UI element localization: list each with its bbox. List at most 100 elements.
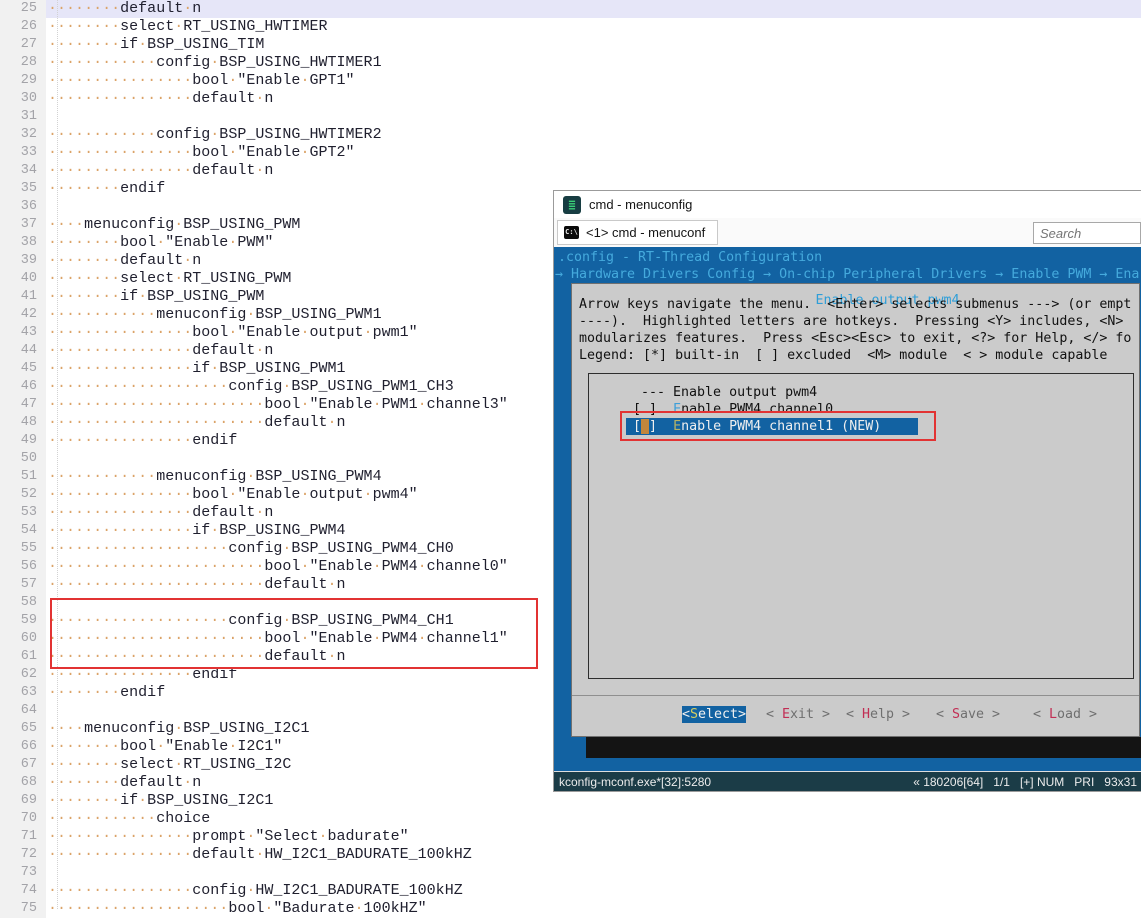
dialog-button-select[interactable]: <Select> [682, 706, 746, 723]
instruction-line: Arrow keys navigate the menu. <Enter> se… [579, 296, 1131, 313]
dialog-shadow [586, 737, 1141, 758]
menuconfig-header: .config - RT-Thread Configuration [558, 249, 822, 266]
dialog-button-load[interactable]: < Load > [1033, 706, 1097, 723]
line-number: 60 [0, 630, 46, 648]
line-number: 28 [0, 54, 46, 72]
code-text: ················endif [46, 432, 237, 450]
code-line[interactable]: 69········if·BSP_USING_I2C1 [0, 792, 1141, 810]
line-number: 73 [0, 864, 46, 882]
line-number: 57 [0, 576, 46, 594]
code-text: ········default·n [46, 774, 201, 792]
code-text: ····················config·BSP_USING_PWM… [46, 540, 454, 558]
line-number: 29 [0, 72, 46, 90]
search-input[interactable] [1033, 222, 1141, 244]
code-line[interactable]: 71················prompt·"Select·badurat… [0, 828, 1141, 846]
line-number: 46 [0, 378, 46, 396]
button-separator [572, 695, 1139, 696]
code-line[interactable]: 28············config·BSP_USING_HWTIMER1 [0, 54, 1141, 72]
code-line[interactable]: 74················config·HW_I2C1_BADURAT… [0, 882, 1141, 900]
code-text [46, 450, 48, 468]
tab-cmd-menuconfig[interactable]: C:\ <1> cmd - menuconf [557, 220, 718, 245]
line-number: 58 [0, 594, 46, 612]
code-text: ························default·n [46, 576, 346, 594]
code-text: ················if·BSP_USING_PWM1 [46, 360, 346, 378]
code-text [46, 108, 48, 126]
annotation-box-menu-pwm4-channel1 [620, 411, 936, 441]
line-number: 53 [0, 504, 46, 522]
line-number: 34 [0, 162, 46, 180]
line-number: 69 [0, 792, 46, 810]
code-text: ········select·RT_USING_PWM [46, 270, 291, 288]
code-line[interactable]: 29················bool·"Enable·GPT1" [0, 72, 1141, 90]
code-text: ····menuconfig·BSP_USING_PWM [46, 216, 300, 234]
tab-label: <1> cmd - menuconf [586, 225, 705, 240]
instruction-line: modularizes features. Press <Esc><Esc> t… [579, 330, 1131, 347]
code-text [46, 198, 48, 216]
cmd-prompt-icon: C:\ [564, 226, 579, 239]
window-titlebar[interactable]: ≣ cmd - menuconfig [554, 191, 1141, 218]
code-line[interactable]: 32············config·BSP_USING_HWTIMER2 [0, 126, 1141, 144]
code-text: ····················config·BSP_USING_PWM… [46, 378, 454, 396]
code-text: ····················bool·"Badurate·100kH… [46, 900, 427, 918]
code-text: ········select·RT_USING_HWTIMER [46, 18, 327, 36]
instruction-line: Legend: [*] built-in [ ] excluded <M> mo… [579, 347, 1131, 364]
line-number: 66 [0, 738, 46, 756]
line-number: 25 [0, 0, 46, 18]
dialog-button-save[interactable]: < Save > [936, 706, 1000, 723]
line-number: 48 [0, 414, 46, 432]
code-line[interactable]: 75····················bool·"Badurate·100… [0, 900, 1141, 918]
window-title: cmd - menuconfig [589, 197, 692, 212]
status-bar: kconfig-mconf.exe*[32]:5280 « 180206[64]… [554, 771, 1141, 791]
terminal-screen[interactable]: .config - RT-Thread Configuration → Hard… [554, 247, 1141, 771]
code-line[interactable]: 73 [0, 864, 1141, 882]
code-text: ········default·n [46, 252, 201, 270]
line-number: 31 [0, 108, 46, 126]
line-number: 36 [0, 198, 46, 216]
code-text: ················bool·"Enable·GPT2" [46, 144, 355, 162]
button-hotkey-letter: E [782, 707, 790, 722]
code-line[interactable]: 26········select·RT_USING_HWTIMER [0, 18, 1141, 36]
instruction-line: ----). Highlighted letters are hotkeys. … [579, 313, 1131, 330]
line-number: 61 [0, 648, 46, 666]
code-line[interactable]: 30················default·n [0, 90, 1141, 108]
menu-heading: --- Enable output pwm4 [633, 384, 1133, 401]
code-line[interactable]: 34················default·n [0, 162, 1141, 180]
code-text: ················bool·"Enable·output·pwm4… [46, 486, 418, 504]
dialog-button-help[interactable]: < Help > [846, 706, 910, 723]
code-text: ················default·n [46, 162, 273, 180]
line-number: 62 [0, 666, 46, 684]
line-number: 49 [0, 432, 46, 450]
code-line[interactable]: 70············choice [0, 810, 1141, 828]
code-text [46, 864, 48, 882]
code-text: ········endif [46, 180, 165, 198]
code-text: ············choice [46, 810, 210, 828]
code-text: ················bool·"Enable·output·pwm1… [46, 324, 418, 342]
terminal-window: ≣ cmd - menuconfig C:\ <1> cmd - menuconf… [553, 190, 1141, 792]
line-number: 35 [0, 180, 46, 198]
code-line[interactable]: 31 [0, 108, 1141, 126]
line-number: 50 [0, 450, 46, 468]
code-line[interactable]: 33················bool·"Enable·GPT2" [0, 144, 1141, 162]
line-number: 39 [0, 252, 46, 270]
conemu-app-icon[interactable]: ≣ [563, 196, 581, 214]
code-text: ················if·BSP_USING_PWM4 [46, 522, 346, 540]
code-line[interactable]: 25········default·n [0, 0, 1141, 18]
code-text: ········select·RT_USING_I2C [46, 756, 291, 774]
code-text: ················default·HW_I2C1_BADURATE… [46, 846, 472, 864]
line-number: 64 [0, 702, 46, 720]
line-number: 72 [0, 846, 46, 864]
line-number: 40 [0, 270, 46, 288]
line-number: 68 [0, 774, 46, 792]
code-line[interactable]: 72················default·HW_I2C1_BADURA… [0, 846, 1141, 864]
line-number: 65 [0, 720, 46, 738]
code-text: ········if·BSP_USING_PWM [46, 288, 264, 306]
line-number: 44 [0, 342, 46, 360]
code-text: ················bool·"Enable·GPT1" [46, 72, 355, 90]
tab-bar: C:\ <1> cmd - menuconf [554, 218, 1141, 247]
line-number: 51 [0, 468, 46, 486]
dialog-button-exit[interactable]: < Exit > [766, 706, 830, 723]
line-number: 30 [0, 90, 46, 108]
line-number: 70 [0, 810, 46, 828]
code-line[interactable]: 27········if·BSP_USING_TIM [0, 36, 1141, 54]
code-text [46, 594, 48, 612]
